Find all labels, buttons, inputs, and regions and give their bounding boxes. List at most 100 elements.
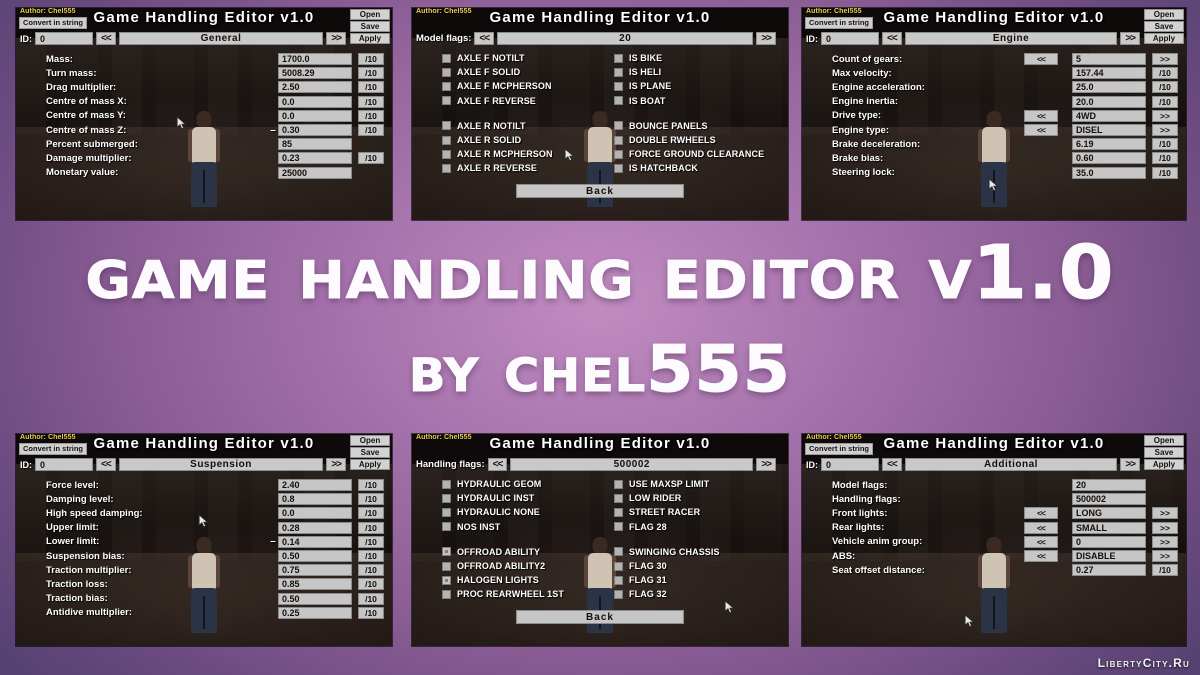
divide-by-ten-button[interactable]: /10 — [358, 67, 384, 80]
field-value-input[interactable]: 25000 — [278, 166, 352, 179]
divide-by-ten-button[interactable]: /10 — [358, 124, 384, 137]
divide-by-ten-button[interactable]: /10 — [358, 578, 384, 591]
field-value-input[interactable]: 25.0 — [1072, 81, 1146, 94]
field-value-input[interactable]: 20.0 — [1072, 95, 1146, 108]
increment-button[interactable]: >> — [1152, 535, 1178, 548]
checkbox-icon[interactable] — [442, 493, 451, 503]
field-value-input[interactable]: 20 — [1072, 479, 1146, 492]
prev-category-button[interactable]: << — [96, 458, 116, 471]
checkbox-icon[interactable] — [442, 96, 451, 106]
panel-general[interactable]: Author: Chel555 Convert in string Game H… — [16, 8, 392, 220]
id-input[interactable]: 0 — [35, 458, 93, 471]
field-value-input[interactable]: 6.19 — [1072, 138, 1146, 151]
prev-category-button[interactable]: << — [96, 32, 116, 45]
field-value-input[interactable]: 5 — [1072, 53, 1146, 66]
category-display[interactable]: Additional — [904, 458, 1118, 471]
field-value-input[interactable]: 157.44 — [1072, 67, 1146, 80]
field-value-input[interactable]: 0.0 — [278, 109, 352, 122]
checkbox-icon[interactable] — [442, 121, 451, 131]
checkbox-icon[interactable] — [614, 67, 623, 77]
checkbox-row[interactable]: AXLE F NOTILT — [418, 51, 600, 65]
next-flag-button[interactable]: >> — [756, 458, 776, 471]
divide-by-ten-button[interactable]: /10 — [1152, 152, 1178, 165]
checkbox-icon[interactable] — [442, 81, 451, 91]
divide-by-ten-button[interactable]: /10 — [358, 535, 384, 548]
field-value-input[interactable]: 0.27 — [1072, 564, 1146, 577]
field-value-input[interactable]: 0.60 — [1072, 152, 1146, 165]
decrement-button[interactable]: << — [1024, 507, 1058, 520]
checkbox-icon[interactable] — [614, 493, 623, 503]
checkbox-icon[interactable] — [614, 575, 623, 585]
decrement-button[interactable]: << — [1024, 550, 1058, 563]
category-display[interactable]: Engine — [904, 32, 1118, 45]
field-value-input[interactable]: 0.25 — [278, 606, 352, 619]
checkbox-icon[interactable] — [442, 589, 451, 599]
checkbox-row[interactable]: HYDRAULIC NONE — [418, 505, 600, 519]
checkbox-row[interactable]: FLAG 28 — [600, 520, 782, 534]
open-button[interactable]: Open — [1144, 435, 1184, 446]
next-category-button[interactable]: >> — [326, 458, 346, 471]
prev-flag-button[interactable]: << — [487, 458, 508, 471]
panel-handling-flags[interactable]: Author: Chel555 Game Handling Editor v1.… — [412, 434, 788, 646]
checkbox-row[interactable]: IS PLANE — [600, 79, 782, 93]
checkbox-row[interactable]: OFFROAD ABILITY2 — [418, 559, 600, 573]
checkbox-icon[interactable] — [442, 507, 451, 517]
panel-engine[interactable]: Author: Chel555 Convert in string Game H… — [802, 8, 1186, 220]
next-category-button[interactable]: >> — [1120, 32, 1140, 45]
checkbox-icon[interactable] — [614, 561, 623, 571]
divide-by-ten-button[interactable]: /10 — [358, 152, 384, 165]
back-button[interactable]: Back — [516, 609, 684, 624]
checkbox-icon[interactable] — [614, 163, 623, 173]
checkbox-row[interactable]: FLAG 30 — [600, 559, 782, 573]
checkbox-icon[interactable] — [614, 479, 623, 489]
checkbox-icon[interactable] — [614, 522, 623, 532]
back-button[interactable]: Back — [516, 183, 684, 198]
category-display[interactable]: General — [118, 32, 324, 45]
panel-model-flags[interactable]: Author: Chel555 Game Handling Editor v1.… — [412, 8, 788, 220]
increment-button[interactable]: >> — [1152, 53, 1178, 66]
increment-button[interactable]: >> — [1152, 124, 1178, 137]
divide-by-ten-button[interactable]: /10 — [1152, 166, 1178, 179]
checkbox-row[interactable]: IS HATCHBACK — [600, 161, 782, 175]
field-value-input[interactable]: 85 — [278, 138, 352, 151]
checkbox-icon[interactable] — [442, 149, 451, 159]
checkbox-row[interactable]: NOS INST — [418, 520, 600, 534]
increment-button[interactable]: >> — [1152, 109, 1178, 122]
divide-by-ten-button[interactable]: /10 — [358, 592, 384, 605]
checkbox-row[interactable]: HYDRAULIC INST — [418, 491, 600, 505]
checkbox-row[interactable]: PROC REARWHEEL 1ST — [418, 587, 600, 601]
checkbox-row[interactable]: IS HELI — [600, 65, 782, 79]
checkbox-row[interactable]: HALOGEN LIGHTS — [418, 573, 600, 587]
field-value-input[interactable]: 0.8 — [278, 493, 352, 506]
checkbox-row[interactable]: SWINGING CHASSIS — [600, 545, 782, 559]
checkbox-row[interactable]: AXLE R SOLID — [418, 133, 600, 147]
category-display[interactable]: Suspension — [118, 458, 324, 471]
field-value-input[interactable]: 2.50 — [278, 81, 352, 94]
field-value-input[interactable]: 0.28 — [278, 521, 352, 534]
panel-suspension[interactable]: Author: Chel555 Convert in string Game H… — [16, 434, 392, 646]
checkbox-row[interactable]: OFFROAD ABILITY — [418, 545, 600, 559]
checkbox-icon[interactable] — [614, 507, 623, 517]
checkbox-icon[interactable] — [614, 121, 623, 131]
divide-by-ten-button[interactable]: /10 — [358, 493, 384, 506]
increment-button[interactable]: >> — [1152, 521, 1178, 534]
checkbox-icon[interactable] — [442, 163, 451, 173]
open-button[interactable]: Open — [1144, 9, 1184, 20]
field-value-input[interactable]: DISABLE — [1072, 550, 1146, 563]
checkbox-icon[interactable] — [614, 589, 623, 599]
next-category-button[interactable]: >> — [326, 32, 346, 45]
field-value-input[interactable]: 2.40 — [278, 479, 352, 492]
prev-category-button[interactable]: << — [882, 32, 902, 45]
checkbox-row[interactable]: BOUNCE PANELS — [600, 119, 782, 133]
field-value-input[interactable]: 500002 — [1072, 493, 1146, 506]
checkbox-row[interactable]: AXLE R NOTILT — [418, 119, 600, 133]
divide-by-ten-button[interactable]: /10 — [1152, 95, 1178, 108]
decrement-button[interactable]: << — [1024, 53, 1058, 66]
divide-by-ten-button[interactable]: /10 — [1152, 138, 1178, 151]
field-value-input[interactable]: 0.0 — [278, 507, 352, 520]
checkbox-row[interactable]: AXLE F SOLID — [418, 65, 600, 79]
decrement-button[interactable]: << — [1024, 521, 1058, 534]
checkbox-row[interactable]: FORCE GROUND CLEARANCE — [600, 147, 782, 161]
divide-by-ten-button[interactable]: /10 — [358, 550, 384, 563]
field-value-input[interactable]: 0.0 — [278, 95, 352, 108]
